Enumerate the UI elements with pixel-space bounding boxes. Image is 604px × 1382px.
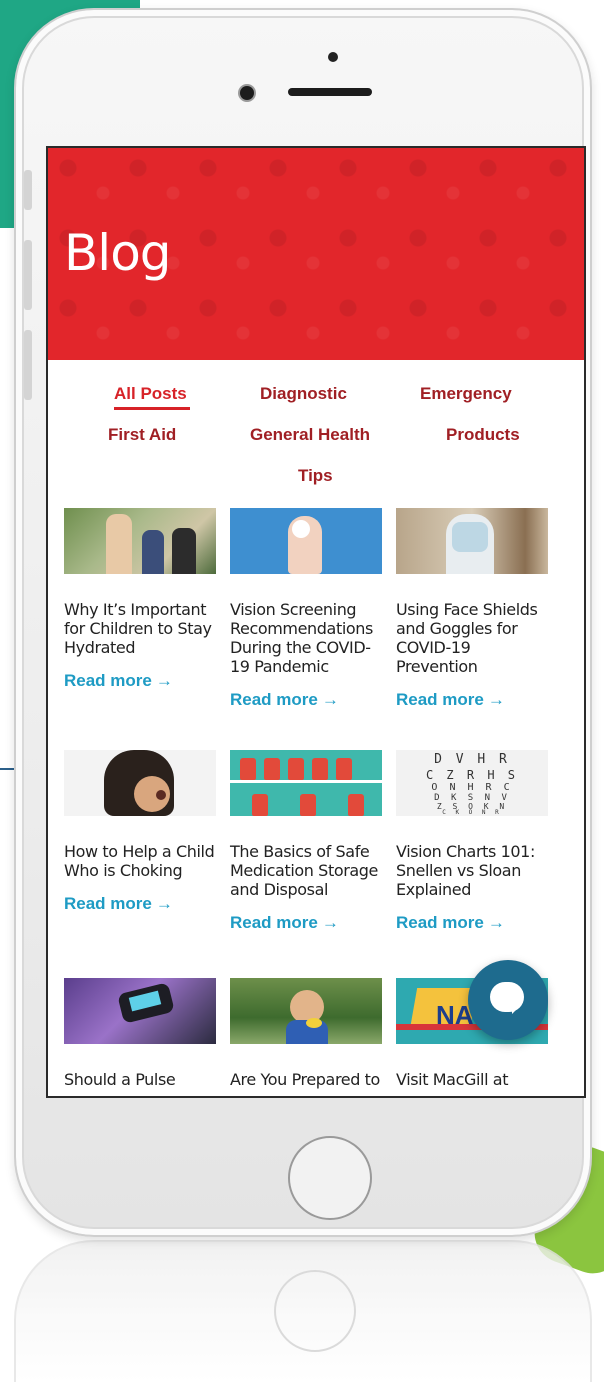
- post-card: Vision Screening Recommendations During …: [230, 508, 386, 710]
- post-title[interactable]: The Basics of Safe Medication Storage an…: [230, 842, 386, 899]
- post-card: D V H R C Z R H S O N H R C D K S N V Z …: [396, 750, 552, 933]
- eye-chart-row: C K O N R: [442, 809, 502, 816]
- arrow-right-icon: →: [487, 913, 505, 932]
- phone-reflection: [14, 1240, 592, 1382]
- read-more-link[interactable]: Read more →: [230, 690, 386, 710]
- chat-bubble-tail: [512, 1004, 522, 1014]
- volume-up-button: [24, 240, 32, 310]
- home-button[interactable]: [288, 1136, 372, 1220]
- arrow-right-icon: →: [321, 913, 339, 932]
- tab-general-health[interactable]: General Health: [250, 425, 370, 445]
- earpiece-speaker: [288, 88, 372, 96]
- post-card: Should a Pulse: [64, 978, 220, 1089]
- post-title[interactable]: How to Help a Child Who is Choking: [64, 842, 220, 880]
- post-title[interactable]: Visit MacGill at: [396, 1070, 552, 1089]
- post-thumbnail[interactable]: D V H R C Z R H S O N H R C D K S N V Z …: [396, 750, 548, 816]
- post-card: Using Face Shields and Goggles for COVID…: [396, 508, 552, 710]
- post-thumbnail[interactable]: [230, 978, 382, 1044]
- volume-down-button: [24, 330, 32, 400]
- tab-first-aid[interactable]: First Aid: [108, 425, 176, 445]
- read-more-label: Read more: [230, 690, 318, 709]
- post-card: Are You Prepared to: [230, 978, 386, 1089]
- read-more-label: Read more: [396, 913, 484, 932]
- tab-all-posts[interactable]: All Posts: [114, 384, 187, 404]
- page-title: Blog: [64, 224, 172, 282]
- post-thumbnail[interactable]: [230, 750, 382, 816]
- front-camera: [240, 86, 254, 100]
- read-more-label: Read more: [64, 671, 152, 690]
- post-card: The Basics of Safe Medication Storage an…: [230, 750, 386, 933]
- post-thumbnail[interactable]: [396, 508, 548, 574]
- eye-chart-row: D V H R: [434, 752, 510, 767]
- eye-chart-row: O N H R C: [431, 782, 513, 793]
- tab-emergency[interactable]: Emergency: [420, 384, 512, 404]
- post-thumbnail[interactable]: [64, 750, 216, 816]
- post-card: How to Help a Child Who is Choking Read …: [64, 750, 220, 914]
- arrow-right-icon: →: [155, 671, 173, 690]
- read-more-label: Read more: [230, 913, 318, 932]
- tab-products[interactable]: Products: [446, 425, 520, 445]
- mute-switch: [24, 170, 32, 210]
- post-thumbnail[interactable]: [64, 978, 216, 1044]
- active-tab-underline: [114, 407, 190, 410]
- post-thumbnail[interactable]: [64, 508, 216, 574]
- post-title[interactable]: Why It’s Important for Children to Stay …: [64, 600, 220, 657]
- tab-diagnostic[interactable]: Diagnostic: [260, 384, 347, 404]
- read-more-link[interactable]: Read more →: [64, 671, 220, 691]
- post-title[interactable]: Should a Pulse: [64, 1070, 220, 1089]
- proximity-sensor: [328, 52, 338, 62]
- home-button-reflection: [274, 1270, 356, 1352]
- post-title[interactable]: Are You Prepared to: [230, 1070, 386, 1089]
- read-more-link[interactable]: Read more →: [396, 690, 552, 710]
- arrow-right-icon: →: [321, 690, 339, 709]
- read-more-link[interactable]: Read more →: [396, 913, 552, 933]
- read-more-label: Read more: [64, 894, 152, 913]
- phone-screen: Blog All Posts Diagnostic Emergency Firs…: [46, 146, 586, 1098]
- arrow-right-icon: →: [155, 894, 173, 913]
- post-title[interactable]: Vision Screening Recommendations During …: [230, 600, 386, 676]
- tab-tips[interactable]: Tips: [298, 466, 333, 486]
- post-title[interactable]: Vision Charts 101: Snellen vs Sloan Expl…: [396, 842, 552, 899]
- blog-hero-banner: Blog: [48, 148, 584, 360]
- read-more-link[interactable]: Read more →: [230, 913, 386, 933]
- read-more-label: Read more: [396, 690, 484, 709]
- chat-launcher-button[interactable]: [468, 960, 548, 1040]
- post-card: Why It’s Important for Children to Stay …: [64, 508, 220, 691]
- read-more-link[interactable]: Read more →: [64, 894, 220, 914]
- arrow-right-icon: →: [487, 690, 505, 709]
- post-thumbnail[interactable]: [230, 508, 382, 574]
- post-title[interactable]: Using Face Shields and Goggles for COVID…: [396, 600, 552, 676]
- eye-chart-row: C Z R H S: [425, 768, 519, 782]
